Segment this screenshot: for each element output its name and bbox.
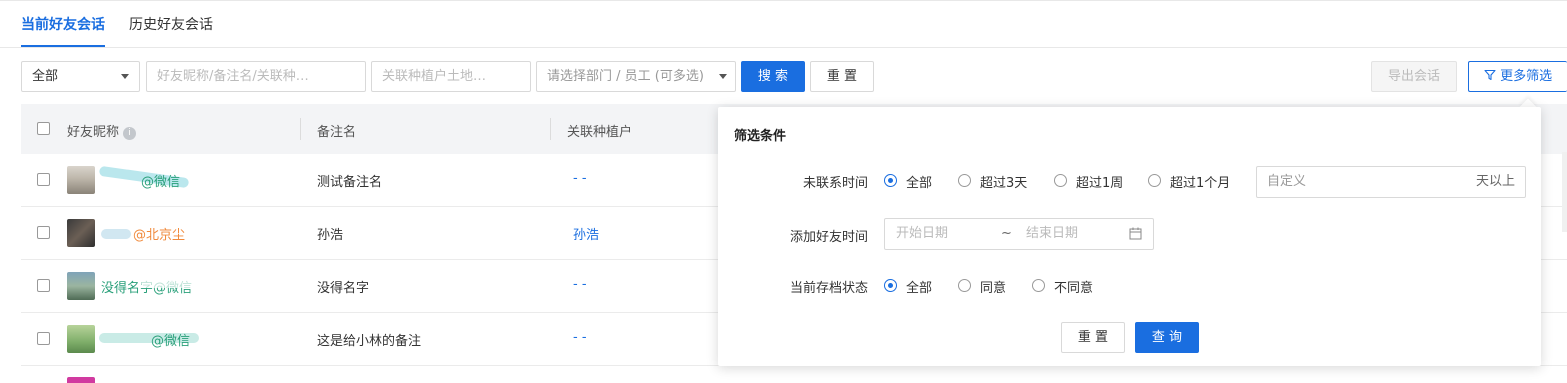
- date-range-separator: ~: [1001, 226, 1012, 241]
- department-select-placeholder: 请选择部门 / 员工 (可多选): [547, 69, 704, 84]
- session-tabs: 当前好友会话 历史好友会话: [0, 0, 1567, 48]
- radio-no-contact-3days[interactable]: [958, 174, 971, 187]
- popover-reset-button[interactable]: 重 置: [1061, 322, 1125, 353]
- popover-query-button[interactable]: 查 询: [1135, 322, 1199, 353]
- related-grower: - -: [573, 171, 587, 186]
- radio-label[interactable]: 全部: [906, 277, 932, 296]
- scrollbar[interactable]: [1562, 152, 1567, 232]
- row-checkbox[interactable]: [37, 173, 50, 186]
- archive-status-label: 当前存档状态: [789, 281, 868, 296]
- radio-label[interactable]: 同意: [980, 277, 1006, 296]
- row-checkbox[interactable]: [37, 332, 50, 345]
- custom-days-placeholder: 自定义: [1267, 174, 1307, 189]
- active-tab-indicator: [21, 45, 105, 47]
- select-all-checkbox[interactable]: [37, 122, 50, 135]
- radio-no-contact-1month[interactable]: [1148, 174, 1161, 187]
- column-header-related-grower: 关联种植户: [567, 125, 633, 140]
- friend-nickname[interactable]: @微信: [141, 171, 180, 190]
- radio-archive-disagree[interactable]: [1032, 279, 1045, 292]
- radio-label[interactable]: 超过1周: [1076, 172, 1123, 191]
- note-name: 这是给小林的备注: [317, 334, 422, 349]
- column-header-nickname-label: 好友昵称: [67, 125, 120, 140]
- note-name: 测试备注名: [317, 175, 383, 190]
- more-filters-popover: 筛选条件 未联系时间 全部 超过3天 超过1周 超过1个月 自定义 天以上 添加…: [718, 107, 1541, 366]
- info-icon[interactable]: i: [123, 127, 137, 140]
- column-header-nickname: 好友昵称 i: [67, 121, 137, 140]
- row-checkbox[interactable]: [37, 279, 50, 292]
- add-friend-time-label: 添加好友时间: [789, 230, 868, 245]
- chevron-down-icon: [719, 74, 727, 79]
- calendar-icon: [1129, 227, 1142, 240]
- related-grower: - -: [573, 330, 587, 345]
- more-filters-label: 更多筛选: [1500, 69, 1553, 84]
- filter-icon: [1484, 69, 1496, 81]
- avatar: [67, 377, 95, 383]
- tab-history-sessions[interactable]: 历史好友会话: [129, 14, 213, 34]
- radio-no-contact-all[interactable]: [884, 174, 897, 187]
- land-search-input[interactable]: 关联种植户土地…: [371, 61, 531, 92]
- radio-label[interactable]: 不同意: [1054, 277, 1093, 296]
- column-header-note: 备注名: [317, 125, 357, 140]
- scope-select-value: 全部: [32, 69, 59, 84]
- row-checkbox[interactable]: [37, 226, 50, 239]
- related-grower: - -: [573, 277, 587, 292]
- avatar: [67, 166, 95, 194]
- date-range-picker[interactable]: 开始日期 ~ 结束日期: [884, 218, 1154, 250]
- tab-current-sessions[interactable]: 当前好友会话: [21, 14, 105, 34]
- redaction-scribble: [141, 279, 201, 288]
- note-name: 孙浩: [317, 228, 344, 243]
- avatar: [67, 272, 95, 300]
- end-date-placeholder[interactable]: 结束日期: [1026, 219, 1078, 249]
- more-filters-button[interactable]: 更多筛选: [1468, 61, 1567, 92]
- redaction-scribble: [101, 229, 131, 239]
- radio-archive-agree[interactable]: [958, 279, 971, 292]
- custom-days-suffix: 天以上: [1475, 174, 1515, 189]
- chevron-down-icon: [121, 74, 129, 79]
- radio-label[interactable]: 超过1个月: [1170, 172, 1230, 191]
- export-sessions-button[interactable]: 导出会话: [1371, 61, 1457, 92]
- search-button[interactable]: 搜 索: [741, 61, 805, 92]
- friend-nickname[interactable]: @微信: [151, 330, 190, 349]
- custom-days-input[interactable]: 自定义 天以上: [1256, 166, 1526, 198]
- start-date-placeholder[interactable]: 开始日期: [896, 219, 948, 249]
- radio-label[interactable]: 超过3天: [980, 172, 1027, 191]
- nickname-search-input[interactable]: 好友昵称/备注名/关联种…: [146, 61, 366, 92]
- friend-nickname[interactable]: @北京尘: [133, 224, 185, 243]
- avatar: [67, 219, 95, 247]
- column-divider: [300, 118, 301, 140]
- column-divider: [550, 118, 551, 140]
- radio-label[interactable]: 全部: [906, 172, 932, 191]
- reset-button[interactable]: 重 置: [810, 61, 874, 92]
- avatar: [67, 325, 95, 353]
- department-select[interactable]: 请选择部门 / 员工 (可多选): [536, 61, 736, 92]
- note-name: 没得名字: [317, 281, 370, 296]
- no-contact-time-label: 未联系时间: [802, 176, 868, 191]
- radio-archive-all[interactable]: [884, 279, 897, 292]
- radio-no-contact-1week[interactable]: [1054, 174, 1067, 187]
- scope-select[interactable]: 全部: [21, 61, 140, 92]
- popover-title: 筛选条件: [734, 129, 787, 144]
- related-grower[interactable]: 孙浩: [573, 224, 599, 243]
